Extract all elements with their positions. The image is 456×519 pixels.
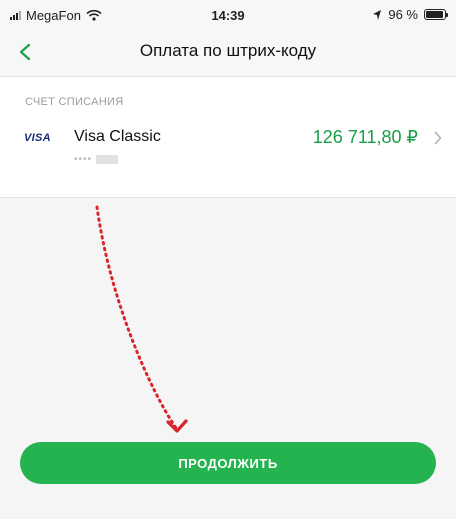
battery-icon — [424, 9, 448, 20]
back-button[interactable] — [10, 37, 40, 67]
battery-level — [426, 11, 444, 18]
chevron-right-icon — [434, 131, 442, 145]
account-selector[interactable]: VISA Visa Classic •••• 126 711,80 ₽ — [0, 117, 456, 183]
account-balance: 126 711,80 ₽ — [312, 127, 418, 147]
account-name: Visa Classic — [74, 128, 161, 145]
chevron-left-icon — [19, 43, 31, 61]
nav-bar: Оплата по штрих-коду — [0, 28, 456, 76]
location-icon — [373, 9, 382, 20]
section-label: СЧЕТ СПИСАНИЯ — [25, 96, 124, 108]
account-number: •••• — [74, 154, 119, 165]
blurred-digits — [96, 154, 119, 164]
arrow-line — [95, 205, 178, 430]
status-right: 96 % — [372, 7, 448, 22]
battery-percent: 96 % — [388, 7, 418, 22]
visa-logo: VISA — [24, 132, 51, 144]
debit-account-section: СЧЕТ СПИСАНИЯ VISA Visa Classic •••• 126… — [0, 76, 456, 198]
status-bar: MegaFon 14:39 96 % — [0, 0, 456, 28]
arrow-head — [166, 419, 188, 433]
page-title: Оплата по штрих-коду — [139, 41, 317, 60]
account-number-mask: •••• — [74, 154, 93, 165]
continue-button[interactable]: ПРОДОЛЖИТЬ — [20, 442, 436, 484]
